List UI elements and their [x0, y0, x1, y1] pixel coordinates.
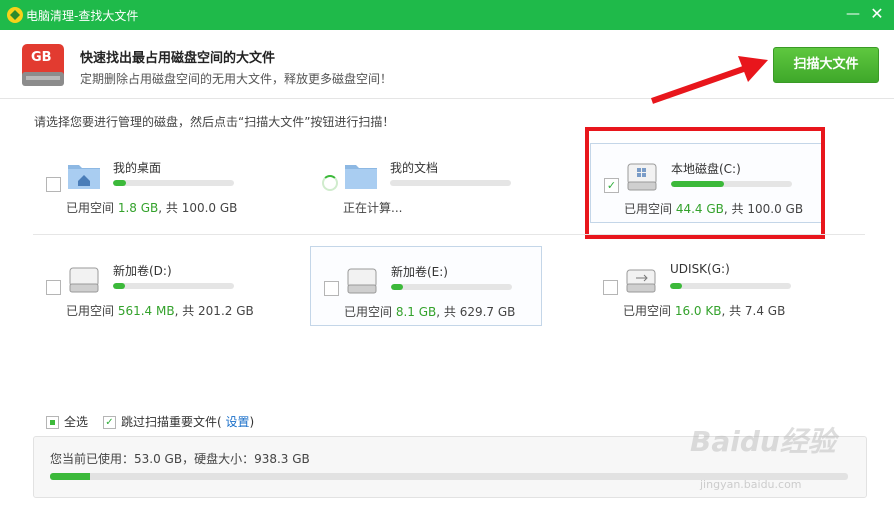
skip-important-checkbox[interactable]: ✓: [103, 416, 116, 429]
close-button[interactable]: ✕: [866, 4, 888, 26]
drive-checkbox[interactable]: [324, 281, 339, 296]
watermark-url: jingyan.baidu.com: [700, 478, 802, 491]
hard-drive-icon: [69, 267, 99, 293]
gb-badge-label: GB: [31, 50, 52, 65]
drive-usage-text: 已用空间 8.1 GB, 共 629.7 GB: [344, 305, 516, 319]
drive-card-d[interactable]: 新加卷(D:) 已用空间 561.4 MB, 共 201.2 GB: [33, 246, 263, 324]
instruction-text: 请选择您要进行管理的磁盘，然后点击“扫描大文件”按钮进行扫描！: [34, 115, 395, 129]
usb-drive-icon: [626, 269, 656, 293]
title-bar: 电脑清理-查找大文件 — ✕: [0, 0, 894, 30]
hard-drive-icon: [347, 268, 377, 294]
skip-important-option[interactable]: ✓ 跳过扫描重要文件( 设置): [103, 413, 254, 430]
drive-name: 新加卷(D:): [113, 264, 172, 278]
drive-usage-bar: [113, 283, 234, 289]
watermark-brand: Baidu经验: [690, 425, 836, 458]
drive-checkbox[interactable]: [46, 177, 61, 192]
drive-checkbox[interactable]: [603, 280, 618, 295]
gb-disk-icon: [22, 44, 64, 86]
drive-card-desktop[interactable]: 我的桌面 已用空间 1.8 GB, 共 100.0 GB: [33, 143, 263, 221]
select-all-label: 全选: [64, 415, 89, 429]
drive-usage-bar: [390, 180, 511, 186]
drive-name: 我的桌面: [113, 161, 162, 175]
select-all-checkbox[interactable]: [46, 416, 59, 429]
drive-name: 我的文档: [390, 161, 439, 175]
drive-usage-bar: [113, 180, 234, 186]
row-divider: [33, 234, 865, 235]
loading-spinner-icon: [322, 175, 338, 191]
drive-usage-bar: [670, 283, 791, 289]
page-title: 快速找出最占用磁盘空间的大文件: [80, 51, 276, 66]
documents-folder-icon: [345, 165, 377, 189]
settings-link[interactable]: 设置: [226, 415, 250, 429]
desktop-folder-icon: [68, 165, 100, 189]
page-subtitle: 定期删除占用磁盘空间的无用大文件，释放更多磁盘空间！: [80, 72, 393, 86]
app-logo-icon: [7, 7, 23, 23]
select-all-option[interactable]: 全选: [46, 413, 88, 430]
skip-important-label: 跳过扫描重要文件(: [121, 415, 222, 429]
drive-status-text: 正在计算...: [343, 201, 403, 215]
window-title: 电脑清理-查找大文件: [26, 9, 139, 23]
drive-usage-text: 已用空间 16.0 KB, 共 7.4 GB: [623, 304, 786, 318]
drive-card-g[interactable]: UDISK(G:) 已用空间 16.0 KB, 共 7.4 GB: [590, 246, 820, 324]
drive-name: UDISK(G:): [670, 262, 730, 276]
disk-usage-text: 您当前已使用：53.0 GB，硬盘大小：938.3 GB: [50, 452, 310, 466]
drive-checkbox[interactable]: [46, 280, 61, 295]
annotation-highlight-box: [585, 127, 825, 239]
minimize-button[interactable]: —: [842, 4, 864, 26]
drive-card-e[interactable]: 新加卷(E:) 已用空间 8.1 GB, 共 629.7 GB: [310, 246, 542, 326]
drive-card-documents[interactable]: 我的文档 正在计算...: [310, 143, 540, 221]
drive-usage-text: 已用空间 1.8 GB, 共 100.0 GB: [66, 201, 238, 215]
drive-name: 新加卷(E:): [391, 265, 448, 279]
scan-large-files-button[interactable]: 扫描大文件: [773, 47, 879, 83]
drive-usage-bar: [391, 284, 512, 290]
drive-usage-text: 已用空间 561.4 MB, 共 201.2 GB: [66, 304, 254, 318]
